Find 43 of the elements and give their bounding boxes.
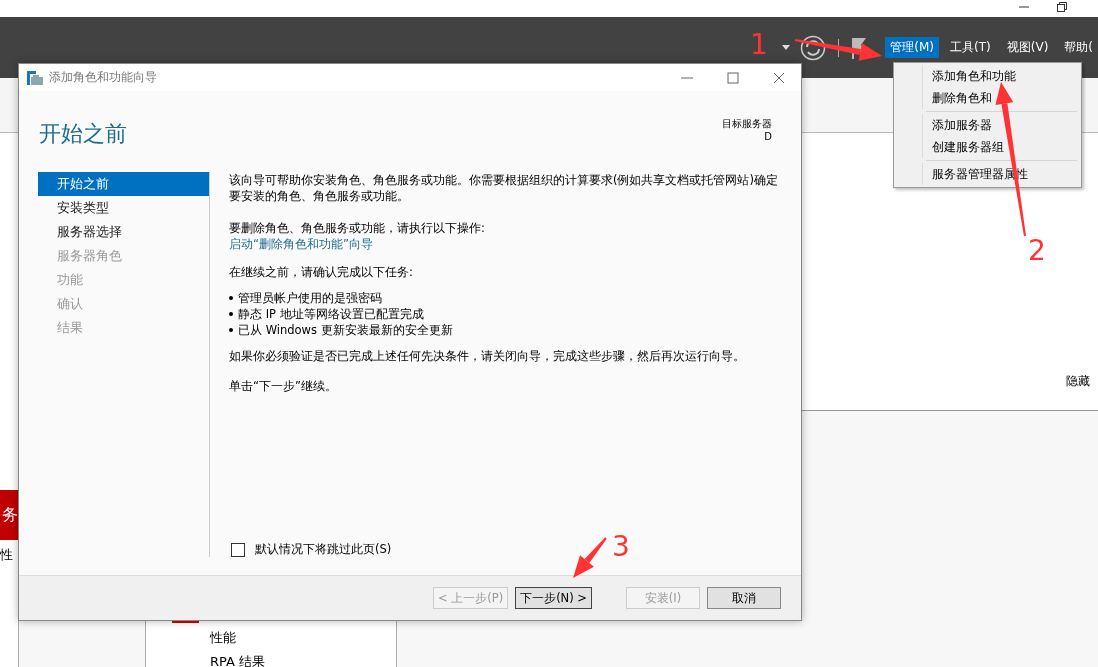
- annotation-arrow: [573, 537, 607, 578]
- accent-line: [172, 621, 199, 623]
- bullet-icon: [229, 328, 233, 332]
- refresh-icon[interactable]: [800, 34, 827, 61]
- step-item[interactable]: 安装类型: [38, 196, 209, 220]
- task-text: 管理员帐户使用的是强密码: [238, 290, 382, 306]
- maximize-icon[interactable]: [727, 71, 739, 84]
- skip-checkbox[interactable]: [231, 542, 245, 557]
- bullet-icon: [229, 312, 233, 316]
- before-prompt: 在继续之前，请确认完成以下任务:: [229, 264, 414, 280]
- task-text: 已从 Windows 更新安装最新的安全更新: [238, 322, 453, 338]
- close-icon[interactable]: [773, 71, 785, 84]
- task-text: 静态 IP 地址等网络设置已配置完成: [238, 306, 424, 322]
- caret-icon[interactable]: [782, 44, 791, 51]
- wizard-button[interactable]: 下一步(N) >: [515, 587, 592, 609]
- hide-link[interactable]: 隐藏: [1066, 373, 1090, 390]
- panel-item[interactable]: RPA 结果: [210, 654, 396, 667]
- checkbox-label: 默认情况下将跳过此页(S): [255, 542, 392, 557]
- window-title: 添加角色和功能向导: [49, 69, 158, 86]
- annotation-number: 2: [1028, 236, 1046, 266]
- tile-label: 务: [0, 490, 18, 540]
- bullet-icon: [229, 296, 233, 300]
- target-value: D: [764, 130, 772, 143]
- step-item[interactable]: 开始之前: [38, 172, 209, 196]
- annotation-number: 3: [612, 532, 630, 562]
- fragment-text: 性: [0, 546, 14, 564]
- panel-item[interactable]: 性能: [210, 630, 396, 646]
- remove-wizard-link[interactable]: 启动“删除角色和功能”向导: [229, 237, 373, 251]
- menu-item[interactable]: 帮助(: [1059, 37, 1098, 58]
- page-heading: 开始之前: [39, 120, 127, 148]
- verify-note: 如果你必须验证是否已完成上述任何先决条件，请关闭向导，完成这些步骤，然后再次运行向导。: [229, 348, 746, 364]
- restore-icon[interactable]: [1056, 1, 1068, 13]
- target-label: 目标服务器: [722, 117, 772, 130]
- step-item[interactable]: 服务器选择: [38, 220, 209, 244]
- continue-note: 单击“下一步”继续。: [229, 378, 338, 394]
- menu-item[interactable]: 视图(V): [1001, 37, 1054, 58]
- wizard-icon: [27, 70, 43, 85]
- remove-prompt: 要删除角色、角色服务或功能，请执行以下操作:: [229, 220, 486, 236]
- wizard-button[interactable]: 取消: [707, 587, 781, 609]
- annotation-number: 1: [750, 30, 768, 60]
- intro-text: 该向导可帮助你安装角色、角色服务或功能。你需要根据组织的计算要求(例如共享文档或托管网站)确定要安装的角色、角色服务或功能。: [229, 172, 779, 204]
- menu-item[interactable]: 工具(T): [945, 37, 996, 58]
- menu-item[interactable]: 管理(M): [885, 37, 940, 58]
